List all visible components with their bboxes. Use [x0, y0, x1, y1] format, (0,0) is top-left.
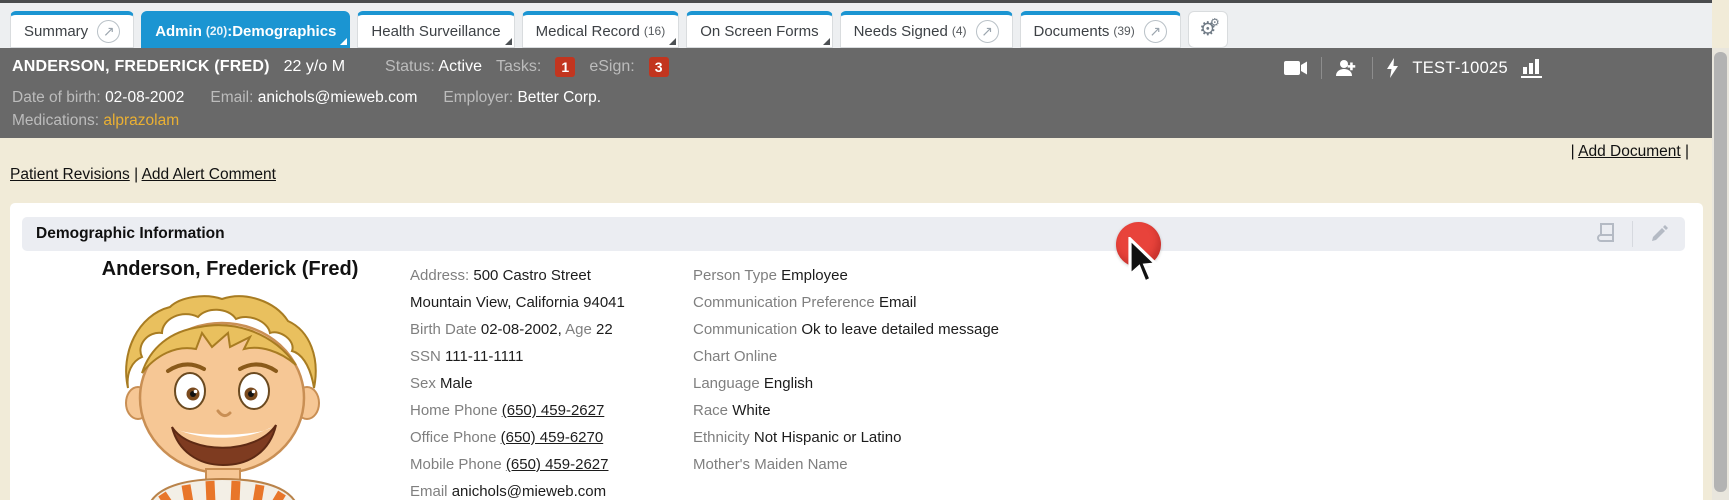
add-document-link[interactable]: Add Document [1578, 143, 1681, 160]
tasks-label: Tasks: [496, 58, 541, 76]
add-document-row: | Add Document | [1571, 143, 1689, 161]
chevron-down-icon[interactable] [669, 38, 676, 45]
separator: | [134, 166, 138, 183]
patient-photo [110, 293, 335, 500]
status-value: Active [438, 58, 482, 75]
tasks-count-badge[interactable]: 1 [555, 57, 575, 77]
add-alert-comment-link[interactable]: Add Alert Comment [142, 166, 276, 183]
tab-label: Medical Record [536, 23, 640, 40]
detail-row: Sex Male [410, 370, 690, 397]
info-row: Chart Online [693, 343, 1033, 370]
tab-count: (16) [644, 24, 665, 38]
employer-label: Employer: [443, 89, 513, 106]
patient-age-sex: 22 y/o M [284, 58, 345, 76]
popout-icon[interactable]: ↗ [97, 20, 120, 43]
lightning-bolt-icon[interactable] [1386, 58, 1399, 78]
detail-row: Email anichols@mieweb.com [410, 478, 690, 500]
detail-row: Office Phone (650) 459-6270 [410, 424, 690, 451]
patient-revisions-link[interactable]: Patient Revisions [10, 166, 130, 183]
patient-name: ANDERSON, FREDERICK (FRED) [12, 58, 270, 76]
detail-row: Address: 500 Castro Street [410, 262, 690, 289]
flowsheet-chart-icon[interactable] [1521, 58, 1543, 78]
esign-label: eSign: [589, 58, 634, 76]
office-phone-link[interactable]: (650) 459-6270 [501, 429, 604, 446]
tab-count: (20) [206, 24, 227, 38]
info-row: Ethnicity Not Hispanic or Latino [693, 424, 1033, 451]
tab-label: On Screen Forms [700, 23, 818, 40]
scrollbar-thumb[interactable] [1714, 52, 1727, 492]
separator: | [1685, 143, 1689, 160]
divider [1632, 221, 1633, 247]
separator: | [1571, 143, 1575, 160]
demographics-info-column: Person Type Employee Communication Prefe… [693, 262, 1033, 478]
tab-documents[interactable]: Documents (39) ↗ [1020, 11, 1181, 48]
divider [1372, 57, 1373, 79]
detail-row: SSN 111-11-1111 [410, 343, 690, 370]
patient-links-row: Patient Revisions | Add Alert Comment [10, 166, 276, 184]
tab-on-screen-forms[interactable]: On Screen Forms [686, 11, 832, 48]
tab-count: (4) [952, 24, 967, 38]
demographics-patient-name: Anderson, Frederick (Fred) [65, 258, 395, 281]
popout-icon[interactable]: ↗ [1144, 20, 1167, 43]
tab-count: (39) [1113, 24, 1134, 38]
tab-label: Admin [155, 23, 202, 40]
detail-row: Birth Date 02-08-2002, Age 22 [410, 316, 690, 343]
patient-header-bar: ANDERSON, FREDERICK (FRED) 22 y/o M Stat… [0, 48, 1712, 138]
tab-label: Documents [1034, 23, 1110, 40]
detail-row: Home Phone (650) 459-2627 [410, 397, 690, 424]
info-row: Language English [693, 370, 1033, 397]
mobile-phone-link[interactable]: (650) 459-2627 [506, 456, 609, 473]
chart-tab-bar: Summary ↗ Admin (20) :Demographics Healt… [0, 0, 1712, 48]
panel-header: Demographic Information [22, 217, 1685, 251]
info-row: Communication Preference Email [693, 289, 1033, 316]
mouse-cursor [1128, 237, 1162, 290]
popout-icon[interactable]: ↗ [976, 20, 999, 43]
revision-book-icon[interactable] [1590, 223, 1622, 245]
panel-title: Demographic Information [36, 225, 225, 243]
divider [1321, 57, 1322, 79]
tab-suffix: :Demographics [227, 23, 336, 40]
tab-summary[interactable]: Summary ↗ [10, 11, 134, 48]
chevron-down-icon[interactable] [823, 38, 830, 45]
tab-label: Health Surveillance [371, 23, 500, 40]
tab-needs-signed[interactable]: Needs Signed (4) ↗ [840, 11, 1013, 48]
chart-id: TEST-10025 [1412, 59, 1508, 78]
tab-admin-demographics[interactable]: Admin (20) :Demographics [141, 11, 350, 48]
email-value: anichols@mieweb.com [258, 89, 418, 106]
tab-settings-button[interactable]: ⚙ ⚙ [1188, 11, 1228, 48]
edit-pencil-icon[interactable] [1643, 224, 1675, 244]
tab-label: Summary [24, 23, 88, 40]
medications-value: alprazolam [103, 112, 179, 129]
chevron-down-icon[interactable] [505, 38, 512, 45]
employer-value: Better Corp. [517, 89, 601, 106]
demographics-panel: Demographic Information Anderson, Freder… [10, 203, 1703, 500]
info-row: Race White [693, 397, 1033, 424]
chevron-down-icon[interactable] [340, 38, 347, 45]
gear-icon: ⚙ [1210, 18, 1220, 29]
dob-label: Date of birth: [12, 89, 101, 106]
tab-health-surveillance[interactable]: Health Surveillance [357, 11, 514, 48]
info-row: Person Type Employee [693, 262, 1033, 289]
scrollbar[interactable] [1712, 48, 1729, 500]
tab-medical-record[interactable]: Medical Record (16) [522, 11, 680, 48]
detail-row: Mountain View, California 94041 [410, 289, 690, 316]
medications-label: Medications: [12, 112, 99, 129]
demographics-detail-column: Address: 500 Castro Street Mountain View… [410, 262, 690, 500]
info-row: Communication Ok to leave detailed messa… [693, 316, 1033, 343]
add-person-icon[interactable] [1335, 59, 1359, 77]
info-row: Mother's Maiden Name [693, 451, 1033, 478]
email-label: Email: [210, 89, 253, 106]
video-camera-icon[interactable] [1284, 60, 1308, 76]
dob-value: 02-08-2002 [105, 89, 184, 106]
home-phone-link[interactable]: (650) 459-2627 [502, 402, 605, 419]
detail-row: Mobile Phone (650) 459-2627 [410, 451, 690, 478]
esign-count-badge[interactable]: 3 [649, 57, 669, 77]
tab-label: Needs Signed [854, 23, 948, 40]
status-label: Status: [385, 58, 435, 75]
